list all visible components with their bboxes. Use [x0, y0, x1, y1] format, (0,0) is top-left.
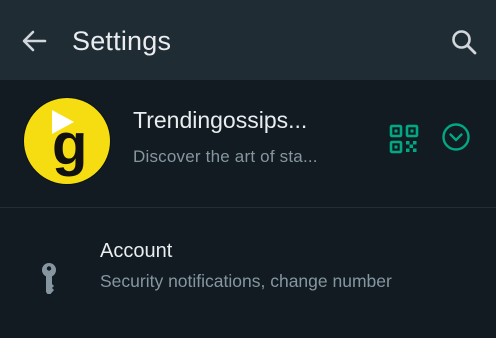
- profile-name: Trendingossips...: [133, 107, 308, 133]
- profile-logo: g: [52, 110, 87, 177]
- search-icon: [452, 30, 477, 55]
- top-app-bar: Settings: [0, 0, 496, 80]
- profile-status: Discover the art of sta...: [133, 147, 318, 166]
- qr-code-button[interactable]: [386, 121, 422, 157]
- arrow-left-icon: [22, 30, 47, 52]
- page-title: Settings: [72, 26, 172, 56]
- settings-screen: Settings g Trendingossips... Discover th…: [0, 0, 496, 338]
- settings-item-account[interactable]: Account Security notifications, change n…: [0, 208, 496, 338]
- settings-item-description: Security notifications, change number: [100, 271, 392, 291]
- key-icon: [42, 263, 56, 294]
- profile-row[interactable]: g Trendingossips... Discover the art of …: [0, 80, 496, 207]
- back-button[interactable]: [14, 24, 54, 58]
- search-button[interactable]: [444, 22, 484, 62]
- chevron-down-circle-icon: [442, 123, 470, 151]
- settings-item-label: Account: [100, 240, 173, 262]
- avatar[interactable]: g: [23, 97, 111, 185]
- qr-code-icon: [389, 124, 419, 154]
- expand-profile-button[interactable]: [438, 119, 474, 155]
